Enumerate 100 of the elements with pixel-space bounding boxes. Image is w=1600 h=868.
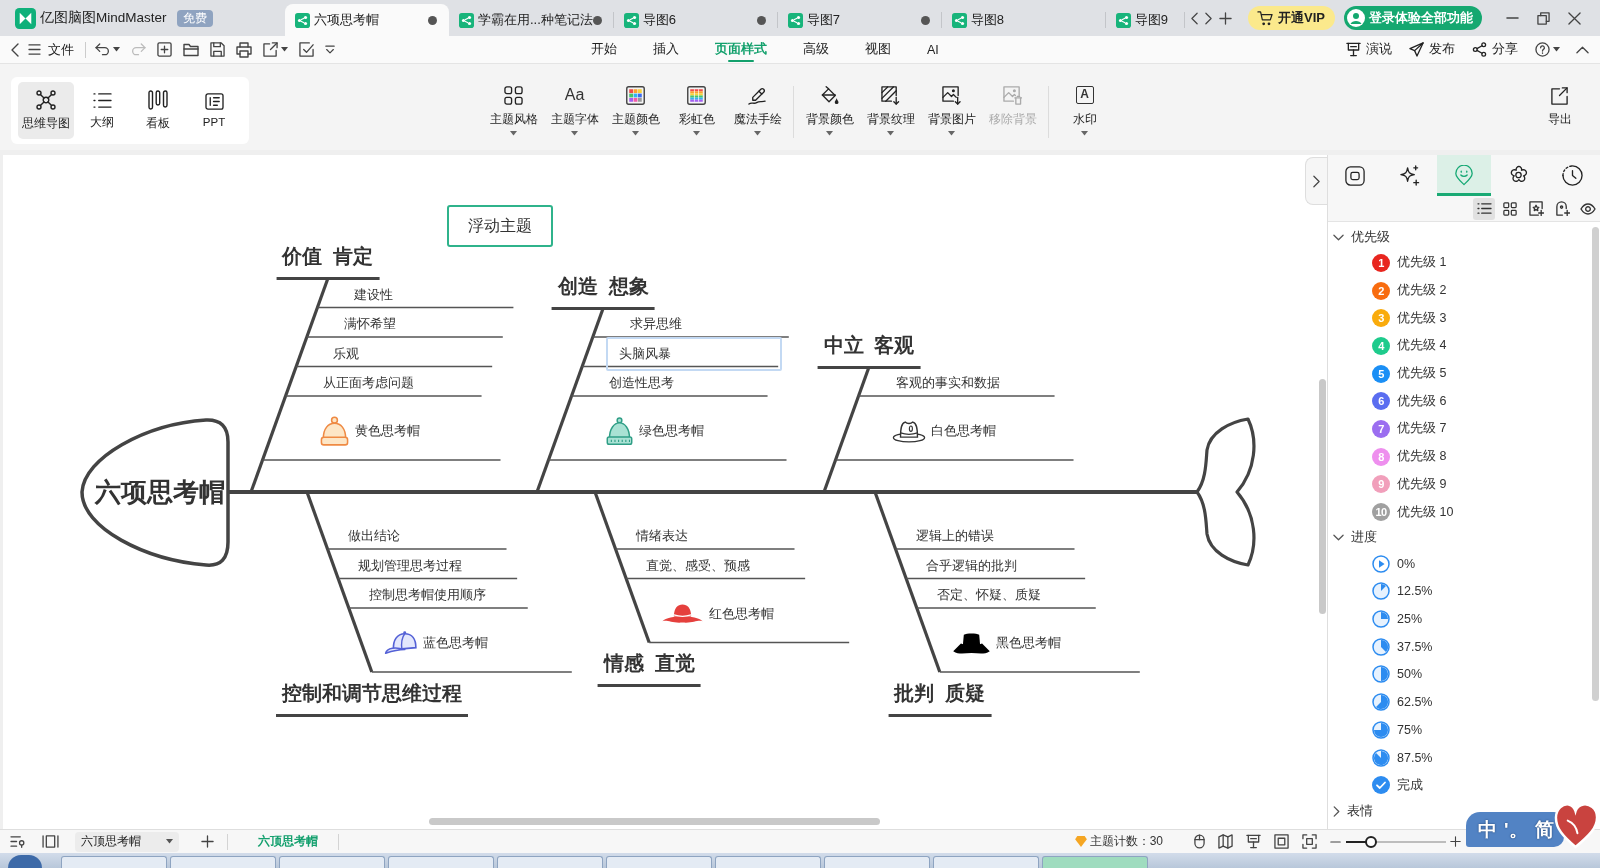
menu-tab[interactable]: AI xyxy=(927,36,939,63)
map-icon[interactable] xyxy=(1218,834,1233,849)
printer-icon[interactable] xyxy=(236,41,252,58)
branch-topic[interactable]: 创造 想象 xyxy=(551,273,655,310)
save-icon[interactable] xyxy=(210,42,225,57)
ribbon-tool-button[interactable]: Aa 主题字体 xyxy=(544,78,605,136)
folder-icon[interactable] xyxy=(183,42,199,57)
subtopic-label[interactable]: 规划管理思考过程 xyxy=(358,557,463,574)
marker-item[interactable]: 6 优先级 6 xyxy=(1328,387,1447,416)
marker-item[interactable]: 3 优先级 3 xyxy=(1328,304,1447,333)
slide-view-icon[interactable] xyxy=(42,835,59,848)
ribbon-tool-button[interactable]: 魔法手绘 xyxy=(727,78,788,136)
subtopic-label[interactable]: 黑色思考帽 xyxy=(995,635,1061,651)
marker-item[interactable]: 2 优先级 2 xyxy=(1328,276,1447,305)
fit-page-icon[interactable] xyxy=(1274,834,1289,849)
menu-tab[interactable]: 插入 xyxy=(653,36,679,63)
view-mode-button[interactable]: 看板 xyxy=(130,82,186,139)
vertical-scrollbar[interactable] xyxy=(1319,379,1326,614)
view-mode-button[interactable]: 思维导图 xyxy=(18,82,74,139)
subtopic-label[interactable]: 白色思考帽 xyxy=(930,423,996,439)
central-topic[interactable]: 六项思考帽 xyxy=(95,477,225,507)
ribbon-tool-button[interactable]: 主题风格 xyxy=(483,78,544,136)
ribbon-tool-button[interactable]: 背景图片 xyxy=(921,78,982,136)
category-header[interactable]: 进度 xyxy=(1328,525,1381,550)
help-icon[interactable] xyxy=(1535,42,1550,57)
marker-item[interactable]: 0% xyxy=(1328,549,1416,578)
marker-item[interactable]: 4 优先级 4 xyxy=(1328,332,1447,360)
ime-mode-button[interactable]: 中 xyxy=(1478,817,1497,842)
category-header[interactable]: 表情 xyxy=(1328,799,1377,824)
zoom-in-icon[interactable] xyxy=(1450,836,1461,847)
ime-mode-button[interactable]: 简 xyxy=(1534,817,1554,842)
ribbon-tool-button[interactable]: 背景纹理 xyxy=(860,78,921,136)
ribbon-tool-button[interactable]: 背景颜色 xyxy=(799,78,860,136)
sheet-dropdown[interactable]: 六顶思考帽 xyxy=(75,831,179,852)
subtopic-label[interactable]: 客观的事实和数据 xyxy=(895,375,1000,391)
new-tab-icon[interactable] xyxy=(1219,11,1232,25)
marker-item[interactable]: 62.5% xyxy=(1328,688,1433,716)
branch-topic[interactable]: 中立 客观 xyxy=(817,332,921,369)
chevron-right-icon[interactable] xyxy=(1205,11,1212,25)
caret-icon[interactable] xyxy=(281,47,288,52)
chevron-left-icon[interactable] xyxy=(1191,11,1198,25)
ribbon-tool-button[interactable]: A 水印 xyxy=(1054,78,1115,136)
category-header[interactable]: 优先级 xyxy=(1328,225,1394,249)
subtopic-label[interactable]: 头脑风暴 xyxy=(606,336,783,371)
subtopic-label[interactable]: 创造性思考 xyxy=(608,375,674,391)
branch-topic[interactable]: 情感 直觉 xyxy=(597,651,701,687)
add-sheet-icon[interactable] xyxy=(201,835,214,848)
caret-icon[interactable] xyxy=(113,47,120,52)
vertical-scrollbar[interactable] xyxy=(1592,227,1599,701)
marker-item[interactable]: 9 优先级 9 xyxy=(1328,470,1447,499)
branch-topic[interactable]: 控制和调节思维过程 xyxy=(275,680,468,717)
toolbar-action[interactable]: 分享 xyxy=(1472,41,1518,58)
subtopic-label[interactable]: 直觉、感受、预感 xyxy=(646,557,751,574)
ime-mode-button[interactable]: '。 xyxy=(1504,817,1528,842)
branch-topic[interactable]: 批判 质疑 xyxy=(888,680,992,717)
subtopic-label[interactable]: 求异思维 xyxy=(629,316,682,332)
file-menu[interactable]: 文件 xyxy=(48,40,74,59)
zoom-slider-thumb[interactable] xyxy=(1365,835,1377,848)
marker-item[interactable]: 50% xyxy=(1328,660,1423,689)
menu-tab[interactable]: 视图 xyxy=(865,36,891,63)
check-square-icon[interactable] xyxy=(299,42,314,57)
outline-view-icon[interactable] xyxy=(10,835,25,848)
subtopic-label[interactable]: 乐观 xyxy=(333,345,360,362)
plus-square-icon[interactable] xyxy=(157,42,172,57)
horizontal-scrollbar[interactable] xyxy=(429,818,880,825)
subtopic-label[interactable]: 满怀希望 xyxy=(343,316,396,332)
export-button[interactable]: 导出 xyxy=(1529,78,1590,127)
document-tab[interactable]: 六项思考帽 xyxy=(285,4,449,36)
marker-item[interactable]: 7 优先级 7 xyxy=(1328,415,1447,443)
subtopic-label[interactable]: 控制思考帽使用顺序 xyxy=(368,587,486,603)
marker-item[interactable]: 25% xyxy=(1328,605,1423,633)
restore-icon[interactable] xyxy=(1537,11,1550,25)
subtopic-label[interactable]: 否定、怀疑、质疑 xyxy=(936,587,1041,603)
undo-icon[interactable] xyxy=(95,43,110,56)
customize-icon[interactable] xyxy=(325,45,335,54)
vip-button[interactable]: 开通VIP xyxy=(1248,6,1335,30)
floating-topic[interactable]: 浮动主题 xyxy=(447,205,553,247)
subtopic-label[interactable]: 情绪表达 xyxy=(635,528,688,544)
branch-topic[interactable]: 价值 肯定 xyxy=(276,244,380,280)
marker-item[interactable]: 1 优先级 1 xyxy=(1328,249,1447,277)
marker-item[interactable]: 75% xyxy=(1328,716,1423,744)
subtopic-label[interactable]: 红色思考帽 xyxy=(709,605,775,622)
menu-tab[interactable]: 高级 xyxy=(803,36,829,63)
subtopic-label[interactable]: 建设性 xyxy=(354,286,394,303)
marker-item[interactable]: 5 优先级 5 xyxy=(1328,359,1447,388)
subtopic-label[interactable]: 做出结论 xyxy=(347,528,400,544)
view-mode-button[interactable]: PPT xyxy=(186,82,242,139)
fullscreen-icon[interactable] xyxy=(1302,834,1317,849)
subtopic-label[interactable]: 合乎逻辑的批判 xyxy=(926,557,1018,574)
subtopic-label[interactable]: 从正面考虑问题 xyxy=(322,375,414,391)
panel-view-button[interactable] xyxy=(1473,197,1495,220)
marker-item[interactable]: 12.5% xyxy=(1328,577,1433,606)
marker-item[interactable]: 87.5% xyxy=(1328,743,1433,772)
marker-item[interactable]: 10 优先级 10 xyxy=(1328,498,1454,526)
ribbon-tool-button[interactable]: 彩虹色 xyxy=(666,78,727,136)
presentation-icon[interactable] xyxy=(1246,834,1261,849)
subtopic-label[interactable]: 蓝色思考帽 xyxy=(422,635,488,651)
export-icon[interactable] xyxy=(263,42,278,57)
marker-item[interactable]: 37.5% xyxy=(1328,632,1433,661)
menu-tab[interactable]: 开始 xyxy=(591,36,617,63)
